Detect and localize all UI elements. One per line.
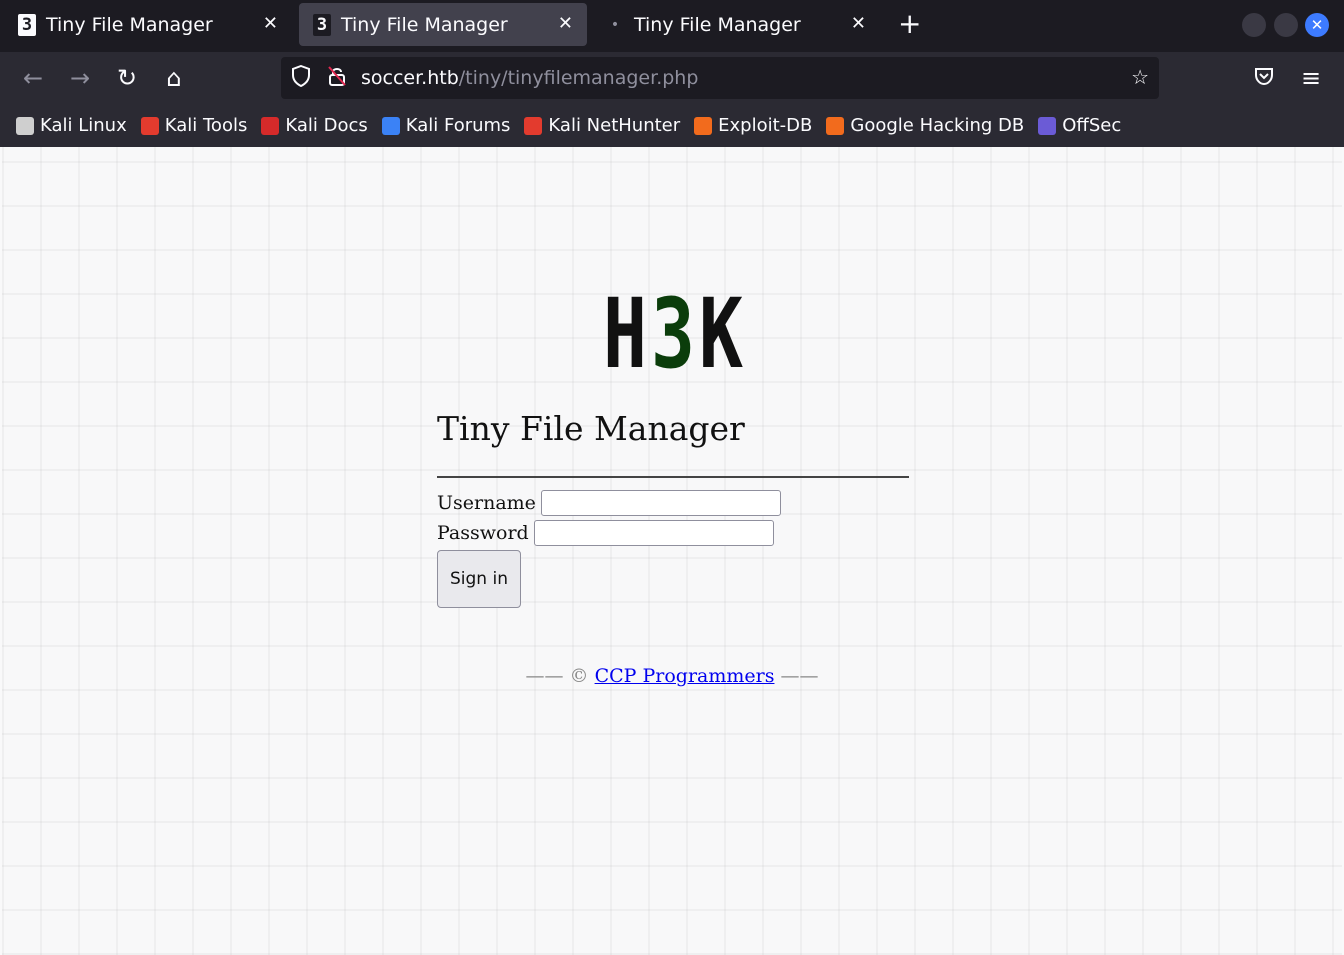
tab-bar: 3 Tiny File Manager ✕ 3 Tiny File Manage… bbox=[0, 0, 1344, 52]
bookmarks-toolbar: Kali Linux Kali Tools Kali Docs Kali For… bbox=[0, 104, 1344, 147]
bookmark-exploit-db[interactable]: Exploit-DB bbox=[694, 115, 812, 136]
kali-forums-icon bbox=[381, 116, 400, 135]
url-bar[interactable]: soccer.htb/tiny/tinyfilemanager.php ☆ bbox=[281, 57, 1159, 99]
ghdb-icon bbox=[826, 116, 845, 135]
footer-link[interactable]: CCP Programmers bbox=[595, 665, 775, 687]
footer-suffix: —— bbox=[780, 665, 819, 687]
logo-letter-k: K bbox=[699, 287, 743, 371]
bookmark-kali-linux[interactable]: Kali Linux bbox=[16, 115, 127, 136]
tab-title: Tiny File Manager bbox=[46, 13, 213, 36]
bookmark-label: Kali Linux bbox=[40, 115, 127, 136]
tab-1[interactable]: 3 Tiny File Manager ✕ bbox=[4, 3, 292, 46]
bookmark-label: Kali Forums bbox=[405, 115, 511, 136]
bookmark-star-icon[interactable]: ☆ bbox=[1131, 65, 1149, 89]
bookmark-kali-tools[interactable]: Kali Tools bbox=[140, 115, 248, 136]
back-button[interactable]: ← bbox=[20, 65, 46, 91]
nav-bar: ← → ↻ ⌂ soccer.htb/tiny/tinyfilemanager.… bbox=[0, 52, 1344, 104]
loading-dot-icon: • bbox=[610, 16, 620, 33]
tab-favicon: 3 bbox=[18, 13, 36, 36]
tab-favicon: 3 bbox=[313, 13, 331, 36]
bookmark-label: OffSec bbox=[1062, 115, 1122, 136]
kali-tools-icon bbox=[140, 116, 159, 135]
home-button[interactable]: ⌂ bbox=[161, 65, 187, 91]
page-title: Tiny File Manager bbox=[437, 409, 909, 478]
kali-dragon-icon bbox=[16, 116, 34, 135]
bookmark-label: Kali Tools bbox=[164, 115, 248, 136]
logo-letter-3: 3 bbox=[651, 287, 695, 371]
password-input[interactable] bbox=[533, 520, 774, 546]
lock-insecure-icon[interactable] bbox=[327, 65, 347, 92]
url-text[interactable]: soccer.htb/tiny/tinyfilemanager.php bbox=[361, 67, 698, 89]
bookmark-label: Exploit-DB bbox=[718, 115, 813, 136]
new-tab-button[interactable]: + bbox=[898, 8, 921, 40]
logo-letter-h: H bbox=[603, 287, 647, 371]
close-icon[interactable]: ✕ bbox=[851, 13, 866, 34]
bookmark-label: Kali NetHunter bbox=[548, 115, 681, 136]
username-row: Username bbox=[437, 488, 909, 518]
bookmark-kali-docs[interactable]: Kali Docs bbox=[261, 115, 368, 136]
login-card: H 3 K Tiny File Manager Username Passwor… bbox=[437, 287, 909, 608]
pocket-icon[interactable] bbox=[1251, 65, 1277, 91]
minimize-button[interactable] bbox=[1242, 13, 1266, 37]
page-content: H 3 K Tiny File Manager Username Passwor… bbox=[2, 147, 1342, 955]
bookmark-offsec[interactable]: OffSec bbox=[1038, 115, 1121, 136]
reload-button[interactable]: ↻ bbox=[114, 65, 140, 91]
bookmark-kali-forums[interactable]: Kali Forums bbox=[381, 115, 511, 136]
exploit-db-icon bbox=[694, 116, 713, 135]
shield-icon[interactable] bbox=[291, 64, 311, 92]
offsec-icon bbox=[1038, 116, 1057, 135]
footer: —— © CCP Programmers —— bbox=[2, 665, 1342, 687]
footer-prefix: —— © bbox=[525, 665, 589, 687]
bookmark-ghdb[interactable]: Google Hacking DB bbox=[826, 115, 1024, 136]
username-input[interactable] bbox=[540, 490, 781, 516]
url-path: /tiny/tinyfilemanager.php bbox=[458, 67, 699, 89]
bookmark-label: Kali Docs bbox=[285, 115, 368, 136]
sign-in-button[interactable]: Sign in bbox=[437, 550, 521, 608]
tab-2[interactable]: 3 Tiny File Manager ✕ bbox=[299, 3, 587, 46]
tab-title: Tiny File Manager bbox=[634, 13, 801, 36]
password-row: Password bbox=[437, 518, 909, 548]
menu-icon[interactable]: ≡ bbox=[1298, 65, 1324, 91]
maximize-button[interactable] bbox=[1274, 13, 1298, 37]
bookmark-label: Google Hacking DB bbox=[850, 115, 1025, 136]
close-icon[interactable]: ✕ bbox=[263, 13, 278, 34]
kali-nethunter-icon bbox=[524, 116, 543, 135]
tab-3[interactable]: • Tiny File Manager ✕ bbox=[592, 3, 880, 46]
h3k-logo: H 3 K bbox=[603, 287, 743, 371]
forward-button[interactable]: → bbox=[67, 65, 93, 91]
username-label: Username bbox=[437, 492, 536, 514]
close-icon[interactable]: ✕ bbox=[558, 13, 573, 34]
url-host: soccer.htb bbox=[361, 67, 459, 89]
kali-docs-icon bbox=[261, 116, 280, 135]
password-label: Password bbox=[437, 522, 529, 544]
bookmark-kali-nethunter[interactable]: Kali NetHunter bbox=[524, 115, 680, 136]
window-close-button[interactable]: ✕ bbox=[1305, 13, 1329, 37]
tab-title: Tiny File Manager bbox=[341, 13, 508, 36]
